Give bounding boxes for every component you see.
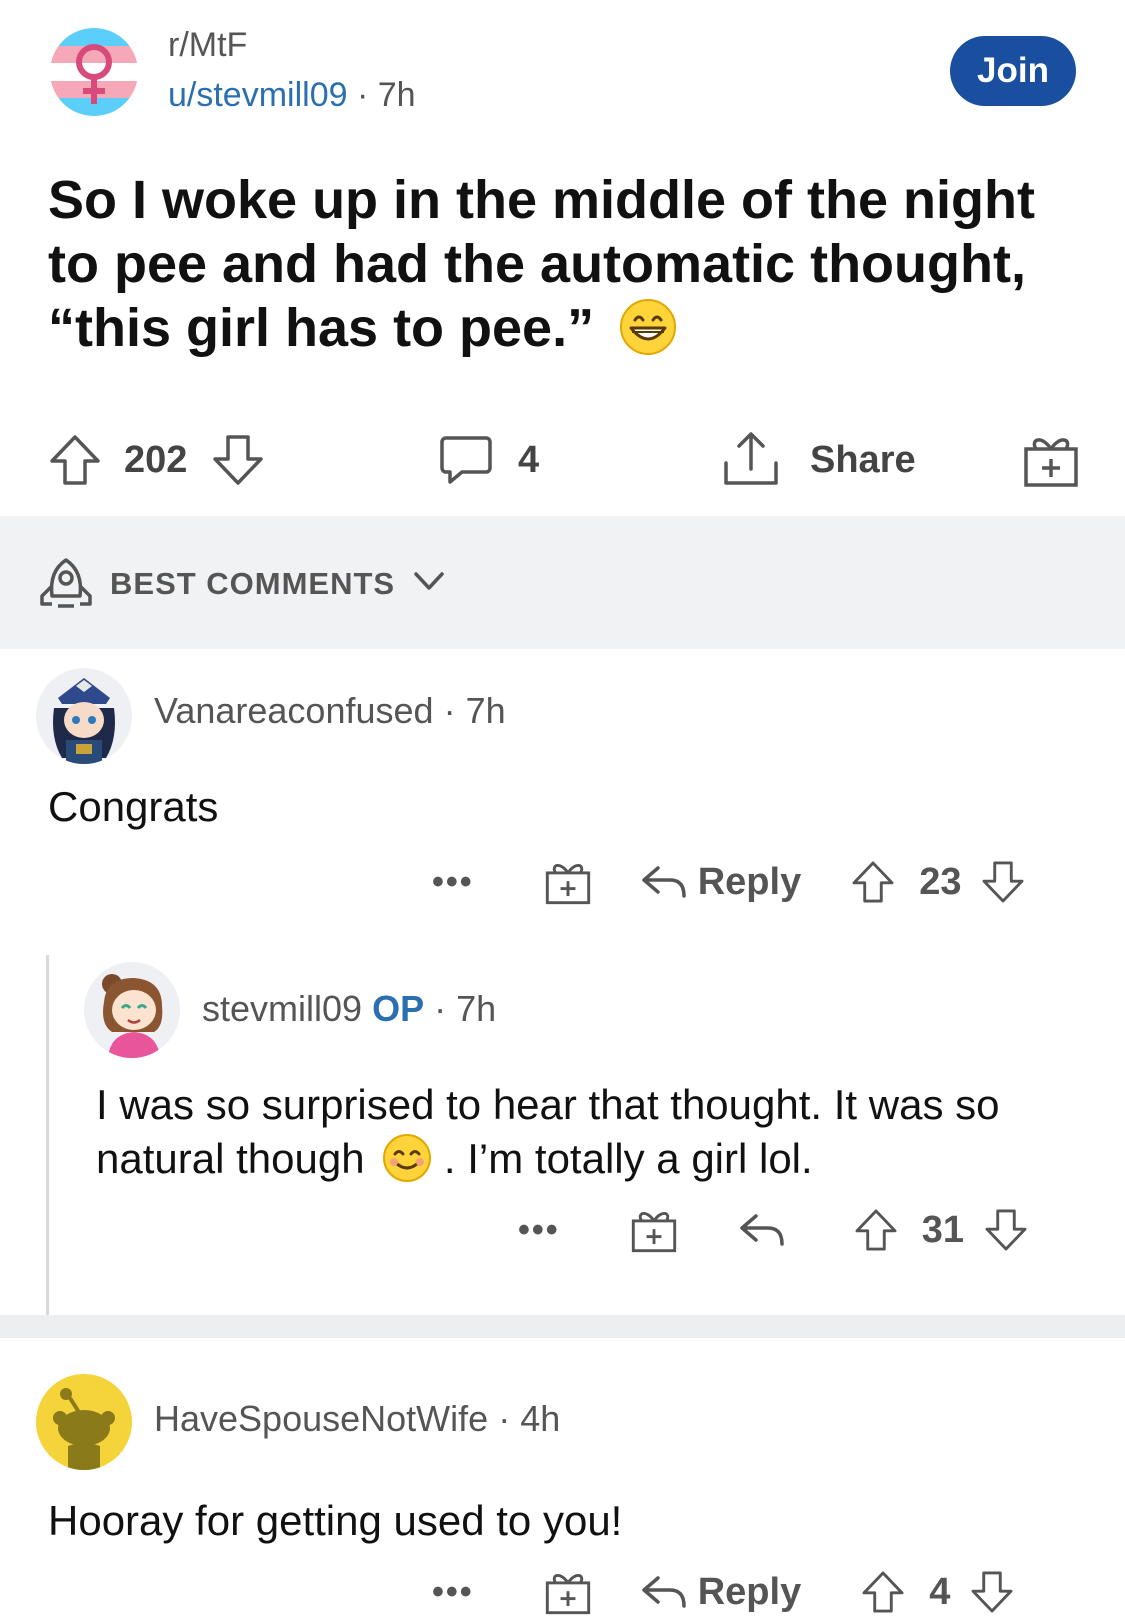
comment-username[interactable]: stevmill09 [202, 988, 362, 1029]
upvote-icon[interactable] [859, 1566, 907, 1617]
award-button[interactable] [1022, 430, 1080, 490]
upvote-icon[interactable] [46, 431, 104, 489]
op-badge: OP [372, 988, 425, 1029]
comment-age: 7h [465, 690, 506, 731]
join-button[interactable]: Join [950, 36, 1076, 106]
gift-award-icon[interactable] [630, 1206, 678, 1254]
reply-icon[interactable] [640, 1572, 688, 1612]
post-title[interactable]: So I woke up in the middle of the night … [48, 168, 1078, 360]
comment-body-text-end: . I’m totally a girl lol. [443, 1135, 813, 1182]
avatar[interactable] [36, 1374, 132, 1470]
gift-award-icon[interactable] [544, 1568, 592, 1616]
post-age: 7h [377, 76, 416, 114]
trans-flag-icon [50, 28, 138, 116]
thread-separator [0, 1315, 1125, 1338]
comment-icon [440, 436, 492, 484]
gift-award-icon [1024, 438, 1078, 487]
reply-icon[interactable] [738, 1210, 786, 1250]
meta-separator: · [434, 988, 447, 1029]
comment-meta: stevmill09 OP · 7h [202, 988, 496, 1030]
chevron-down-icon[interactable] [412, 570, 446, 594]
avatar[interactable] [84, 962, 180, 1058]
share-icon [724, 432, 778, 485]
downvote-icon[interactable] [209, 431, 267, 489]
cartoon-girl-avatar-icon [102, 974, 163, 1058]
comment-body: Congrats [48, 783, 219, 830]
avatar[interactable] [36, 668, 132, 764]
subreddit-avatar[interactable] [50, 28, 138, 116]
comment-actions: ••• 31 [518, 1200, 1030, 1260]
subreddit-name[interactable]: r/MtF [168, 26, 247, 65]
reply-button[interactable]: Reply [698, 1571, 801, 1614]
upvote-icon[interactable] [849, 856, 897, 908]
more-options-button[interactable]: ••• [432, 1573, 474, 1612]
comment-username[interactable]: Vanareaconfused [154, 690, 434, 731]
post-comment-count: 4 [518, 438, 540, 481]
comment-username[interactable]: HaveSpouseNotWife [154, 1398, 488, 1439]
anime-avatar-icon [53, 678, 115, 764]
share-button[interactable]: Share [720, 430, 916, 490]
meta-separator: · [498, 1398, 511, 1439]
downvote-icon[interactable] [968, 1566, 1016, 1617]
vote-count: 23 [919, 860, 962, 903]
snoo-avatar-icon [53, 1388, 115, 1470]
more-options-button[interactable]: ••• [432, 863, 474, 902]
reply-icon[interactable] [640, 862, 688, 902]
post-comments-button[interactable]: 4 [438, 430, 539, 490]
comment-body: Hooray for getting used to you! [48, 1497, 623, 1544]
vote-count: 4 [929, 1570, 951, 1613]
meta-separator: · [356, 76, 369, 114]
downvote-icon[interactable] [979, 856, 1027, 908]
comment-age: 4h [520, 1398, 561, 1439]
rocket-icon [40, 558, 92, 608]
comment-actions: ••• Reply 23 [432, 852, 1027, 912]
comment-meta: Vanareaconfused · 7h [154, 690, 506, 732]
comment-body: I was so surprised to hear that thought.… [96, 1078, 1056, 1186]
meta-separator: · [443, 690, 456, 731]
comment-actions: ••• Reply 4 [432, 1562, 1016, 1617]
vote-count: 31 [921, 1208, 964, 1251]
grinning-face-emoji [620, 299, 677, 355]
comment-age: 7h [456, 988, 497, 1029]
post-vote-group: 202 [46, 430, 267, 490]
sort-label[interactable]: BEST COMMENTS [110, 566, 395, 602]
comment-meta: HaveSpouseNotWife · 4h [154, 1398, 560, 1440]
post-meta: u/stevmill09 · 7h [168, 76, 416, 115]
gift-award-icon[interactable] [544, 858, 592, 906]
more-options-button[interactable]: ••• [518, 1211, 560, 1250]
post-author[interactable]: u/stevmill09 [168, 76, 348, 114]
reply-button[interactable]: Reply [698, 861, 801, 904]
share-label: Share [810, 438, 916, 481]
post-title-text: So I woke up in the middle of the night … [48, 170, 1035, 358]
upvote-icon[interactable] [852, 1204, 900, 1256]
post-upvote-count: 202 [124, 438, 188, 481]
downvote-icon[interactable] [982, 1204, 1030, 1256]
thread-line[interactable] [46, 955, 49, 1315]
smiling-face-emoji [383, 1134, 432, 1182]
